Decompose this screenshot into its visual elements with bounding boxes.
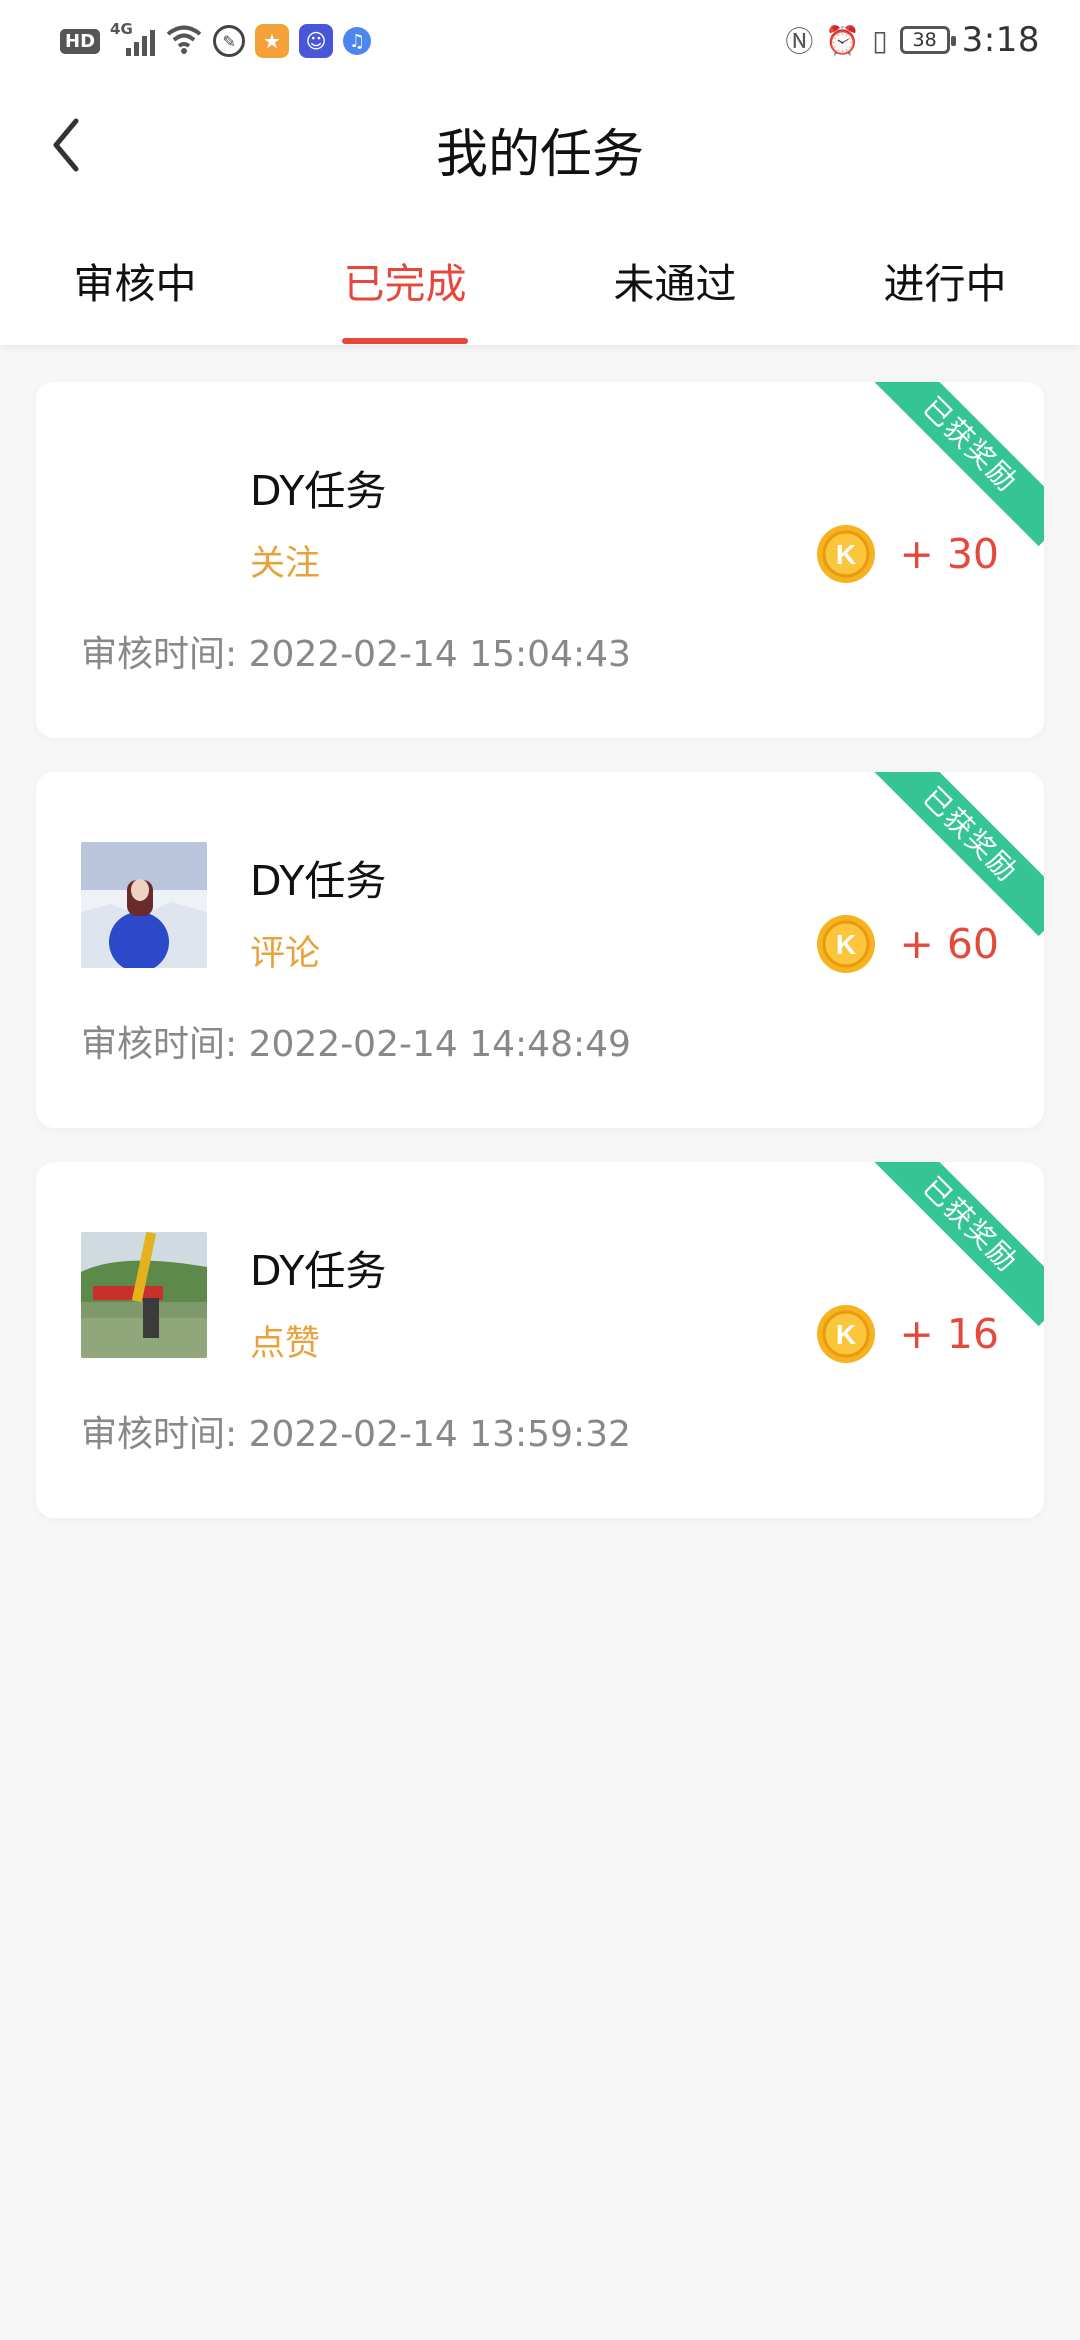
- k-coin-icon: K: [817, 525, 876, 583]
- wifi-icon: [165, 23, 203, 59]
- k-coin-icon: K: [817, 915, 876, 973]
- task-type: 点赞: [250, 1324, 321, 1364]
- hd-icon: HD: [60, 28, 101, 54]
- vibrate-icon: ▯: [872, 23, 888, 57]
- tab-rejected[interactable]: 未通过: [540, 250, 810, 310]
- page-title: 我的任务: [435, 125, 644, 185]
- clock: 3:18: [961, 20, 1040, 60]
- status-bar: HD 4G ✎ ★ ☺ ♫ Ⓝ ⏰ ▯ 38 3:18: [0, 0, 1080, 80]
- svg-text:K: K: [836, 539, 856, 570]
- reward: K + 16: [815, 1302, 999, 1366]
- task-title: DY任务: [250, 857, 387, 905]
- active-tab-indicator: [342, 338, 468, 344]
- task-type: 评论: [250, 934, 321, 974]
- review-time: 审核时间: 2022-02-14 13:59:32: [81, 1414, 631, 1455]
- signal-icon: 4G: [110, 20, 156, 56]
- task-title: DY任务: [250, 1247, 387, 1295]
- tab-completed[interactable]: 已完成: [270, 250, 540, 310]
- task-card[interactable]: 已获奖励 DY任务 点赞 K + 16 审核时间: 2022-02-14 13:…: [36, 1162, 1044, 1518]
- game-app-icon: ★: [255, 24, 290, 58]
- task-card[interactable]: 已获奖励 DY任务 关注 K + 30 审核时间: 2022-02-14 15:…: [36, 382, 1044, 738]
- qq-app-icon: ☺: [299, 24, 334, 58]
- reward-amount: + 30: [899, 530, 999, 578]
- svg-text:K: K: [836, 1319, 856, 1350]
- tab-bar: 审核中 已完成 未通过 进行中: [0, 250, 1080, 345]
- music-app-icon: ♫: [343, 27, 372, 55]
- review-time: 审核时间: 2022-02-14 15:04:43: [81, 634, 631, 675]
- review-time: 审核时间: 2022-02-14 14:48:49: [81, 1024, 631, 1065]
- tab-in-progress[interactable]: 进行中: [810, 250, 1080, 310]
- reward-amount: + 16: [899, 1310, 999, 1358]
- status-left-icons: HD 4G ✎ ★ ☺ ♫: [60, 20, 372, 62]
- task-title: DY任务: [250, 467, 387, 515]
- task-thumbnail: [81, 842, 207, 968]
- reward-amount: + 60: [899, 920, 999, 968]
- task-type: 关注: [250, 544, 321, 584]
- k-coin-icon: K: [817, 1305, 876, 1363]
- svg-text:K: K: [836, 929, 856, 960]
- alarm-icon: ⏰: [825, 23, 861, 57]
- reward: K + 60: [815, 912, 999, 976]
- battery-icon: 38: [899, 26, 956, 54]
- task-thumbnail: [81, 1232, 207, 1358]
- tab-reviewing[interactable]: 审核中: [0, 250, 270, 310]
- nfc-icon: Ⓝ: [785, 25, 814, 58]
- task-card[interactable]: 已获奖励 DY任务 评论 K + 60 审核时间: 2022-02-14 14:…: [36, 772, 1044, 1128]
- reward: K + 30: [815, 522, 999, 586]
- status-right-icons: Ⓝ ⏰ ▯ 38 3:18: [785, 18, 1040, 62]
- app-notification-icon: ✎: [213, 25, 246, 57]
